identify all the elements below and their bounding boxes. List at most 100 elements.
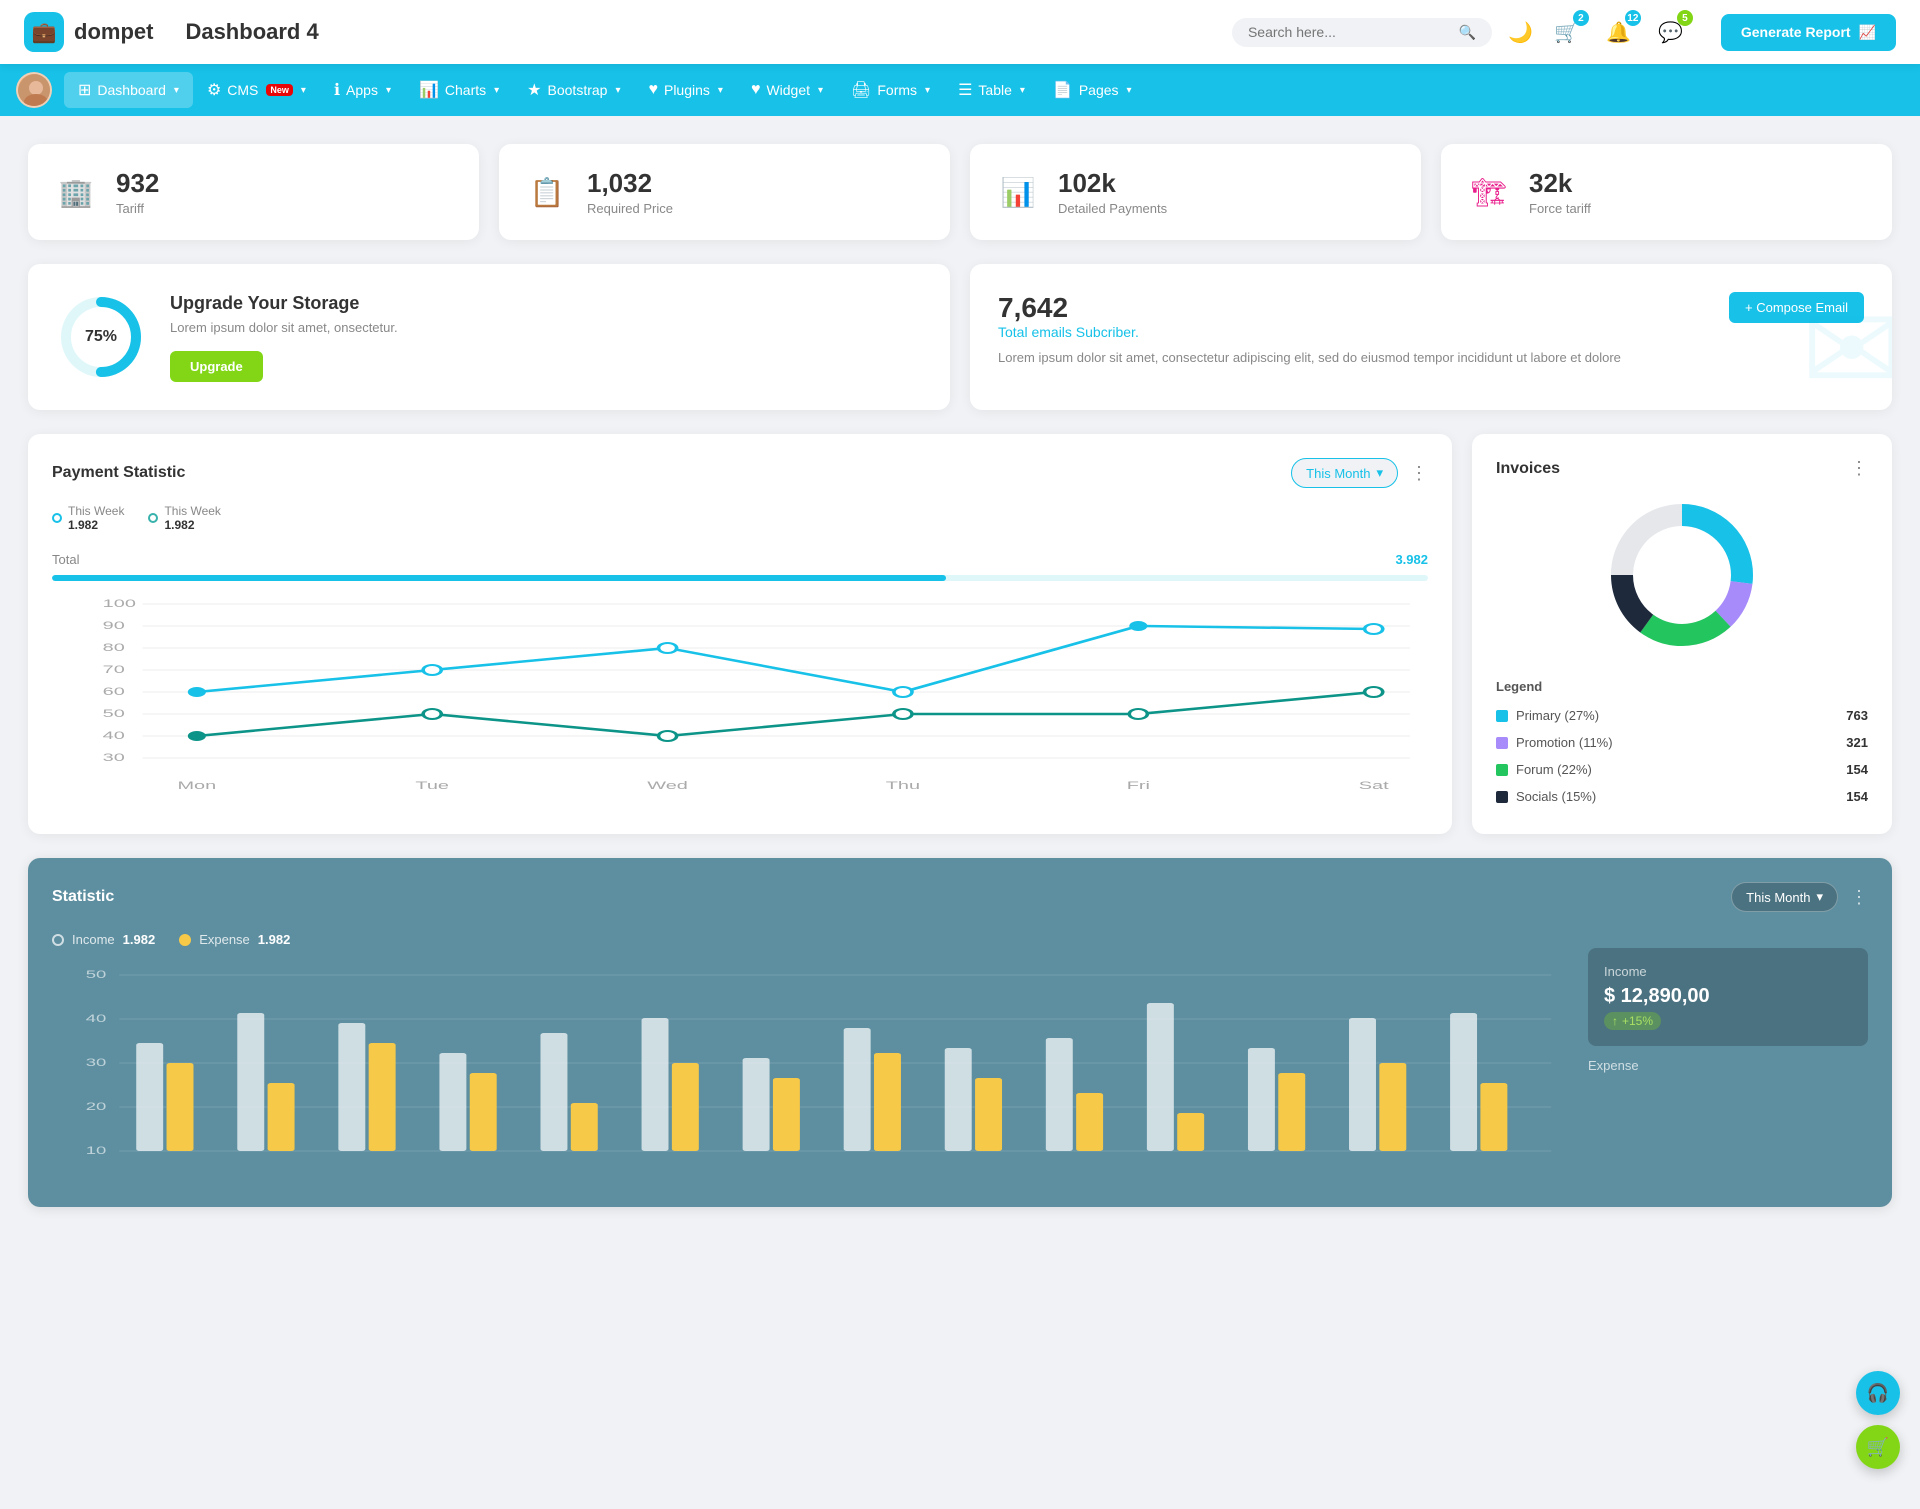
nav-item-cms[interactable]: ⚙ CMS New ▾	[193, 72, 320, 108]
nav-widget-label: Widget	[766, 82, 810, 98]
invoices-more-icon[interactable]: ⋮	[1850, 458, 1868, 479]
payment-total-row: Total 3.982	[52, 552, 1428, 567]
legend-value-0: 1.982	[68, 518, 124, 532]
legend-dot-1	[148, 513, 158, 523]
svg-text:50: 50	[86, 969, 107, 981]
header-icons: 🌙 🛒 2 🔔 12 💬 5 Generate Report 📈	[1508, 14, 1896, 51]
cms-badge: New	[266, 84, 293, 96]
legend-row-socials: Socials (15%) 154	[1496, 783, 1868, 810]
upgrade-button[interactable]: Upgrade	[170, 351, 263, 382]
nav-item-dashboard[interactable]: ⊞ Dashboard ▾	[64, 72, 193, 108]
generate-report-button[interactable]: Generate Report 📈	[1721, 14, 1896, 51]
payment-more-icon[interactable]: ⋮	[1410, 463, 1428, 484]
bell-button[interactable]: 🔔 12	[1601, 14, 1637, 50]
email-card: 7,642 Total emails Subcriber. Lorem ipsu…	[970, 264, 1892, 410]
nav-item-apps[interactable]: ℹ Apps ▾	[320, 72, 405, 108]
storage-title: Upgrade Your Storage	[170, 293, 398, 314]
legend-value-1: 1.982	[164, 518, 220, 532]
income-badge: ↑ +15%	[1604, 1012, 1661, 1030]
statistic-chart-svg: 50 40 30 20 10	[52, 963, 1568, 1183]
payment-progress-fill	[52, 575, 946, 581]
payment-card-header: Payment Statistic This Month ▾ ⋮	[52, 458, 1428, 488]
stat-card-detailed-payments: 📊 102k Detailed Payments	[970, 144, 1421, 240]
invoices-legend: Primary (27%) 763 Promotion (11%) 321 Fo…	[1496, 702, 1868, 810]
nav-item-table[interactable]: ☰ Table ▾	[944, 72, 1039, 108]
chat-button[interactable]: 💬 5	[1653, 14, 1689, 50]
page-title: Dashboard 4	[185, 19, 1232, 45]
nav-cms-label: CMS	[227, 82, 258, 98]
required-price-icon: 📋	[523, 168, 571, 216]
cart-float-button[interactable]: 🛒	[1856, 1425, 1900, 1469]
statistic-chart-section: Income 1.982 Expense 1.982 50 40 30	[52, 932, 1568, 1183]
legend-label-1: This Week	[164, 504, 220, 518]
nav-item-plugins[interactable]: ♥ Plugins ▾	[634, 73, 736, 107]
pages-icon: 📄	[1053, 80, 1073, 100]
detailed-payments-value: 102k	[1058, 168, 1167, 199]
plugins-chevron: ▾	[718, 85, 723, 96]
legend-socials-count: 154	[1846, 789, 1868, 804]
search-icon: 🔍	[1459, 24, 1476, 41]
svg-text:20: 20	[86, 1101, 107, 1113]
income-legend-dot	[52, 934, 64, 946]
widget-chevron: ▾	[818, 85, 823, 96]
legend-row-forum: Forum (22%) 154	[1496, 756, 1868, 783]
statistic-month-filter[interactable]: This Month ▾	[1731, 882, 1838, 912]
payment-total-value: 3.982	[1395, 552, 1428, 567]
payment-total-label: Total	[52, 552, 79, 567]
legend-primary-name: Primary (27%)	[1496, 708, 1846, 723]
svg-text:Fri: Fri	[1127, 779, 1150, 791]
nav-item-pages[interactable]: 📄 Pages ▾	[1039, 72, 1146, 108]
nav-pages-label: Pages	[1079, 82, 1119, 98]
tariff-value: 932	[116, 168, 159, 199]
moon-icon[interactable]: 🌙	[1508, 20, 1533, 45]
legend-promotion-dot	[1496, 737, 1508, 749]
expense-legend-dot	[179, 934, 191, 946]
chart-icon: 📈	[1859, 24, 1876, 41]
cms-chevron: ▾	[301, 85, 306, 96]
payment-month-filter[interactable]: This Month ▾	[1291, 458, 1398, 488]
storage-percent: 75%	[85, 328, 117, 346]
middle-row: 75% Upgrade Your Storage Lorem ipsum dol…	[28, 264, 1892, 410]
svg-text:Wed: Wed	[647, 779, 688, 791]
svg-text:Tue: Tue	[415, 779, 449, 791]
nav-dashboard-label: Dashboard	[97, 82, 166, 98]
svg-text:80: 80	[103, 641, 125, 653]
stat-month-filter-label: This Month	[1746, 890, 1810, 905]
legend-primary-count: 763	[1846, 708, 1868, 723]
stat-legend-expense: Expense 1.982	[179, 932, 290, 947]
legend-label-0: This Week	[68, 504, 124, 518]
income-panel-box: Income $ 12,890,00 ↑ +15%	[1588, 948, 1868, 1046]
email-info: 7,642 Total emails Subcriber. Lorem ipsu…	[998, 292, 1621, 368]
statistic-more-icon[interactable]: ⋮	[1850, 887, 1868, 908]
legend-forum-dot	[1496, 764, 1508, 776]
dashboard-icon: ⊞	[78, 80, 91, 100]
payment-card: Payment Statistic This Month ▾ ⋮ This We…	[28, 434, 1452, 834]
nav: ⊞ Dashboard ▾ ⚙ CMS New ▾ ℹ Apps ▾ 📊 Cha…	[0, 64, 1920, 116]
svg-text:90: 90	[103, 619, 125, 631]
statistic-title: Statistic	[52, 888, 114, 906]
nav-item-forms[interactable]: 🖨 Forms ▾	[837, 72, 944, 108]
income-legend-val: 1.982	[123, 932, 156, 947]
chat-badge: 5	[1677, 10, 1693, 26]
bootstrap-icon: ★	[527, 80, 541, 100]
cart-button[interactable]: 🛒 2	[1549, 14, 1585, 50]
nav-item-charts[interactable]: 📊 Charts ▾	[405, 72, 513, 108]
table-icon: ☰	[958, 80, 972, 100]
support-float-button[interactable]: 🎧	[1856, 1371, 1900, 1415]
statistic-income-panel: Income $ 12,890,00 ↑ +15% Expense	[1588, 932, 1868, 1183]
nav-item-widget[interactable]: ♥ Widget ▾	[737, 73, 837, 107]
search-input[interactable]	[1248, 24, 1451, 40]
nav-item-bootstrap[interactable]: ★ Bootstrap ▾	[513, 72, 634, 108]
legend-item-1: This Week 1.982	[148, 504, 220, 532]
storage-donut: 75%	[56, 292, 146, 382]
logo-text: dompet	[74, 19, 153, 45]
expense-legend-label: Expense	[199, 932, 250, 947]
apps-chevron: ▾	[386, 85, 391, 96]
force-tariff-icon: 🏗	[1465, 168, 1513, 216]
svg-text:50: 50	[103, 707, 125, 719]
legend-row-primary: Primary (27%) 763	[1496, 702, 1868, 729]
required-price-value: 1,032	[587, 168, 673, 199]
forms-chevron: ▾	[925, 85, 930, 96]
widget-icon: ♥	[751, 81, 761, 99]
svg-text:30: 30	[103, 751, 125, 763]
